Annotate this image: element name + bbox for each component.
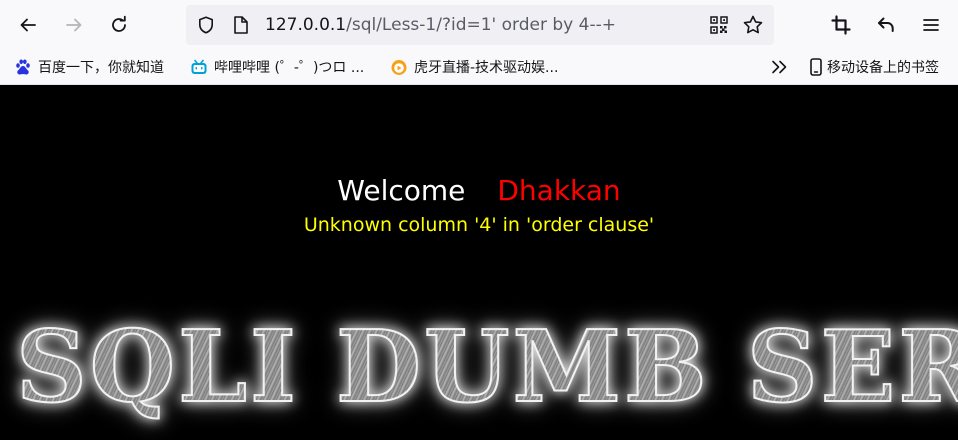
chevrons-right-icon bbox=[772, 60, 787, 74]
bookmark-baidu[interactable]: 百度一下，你就知道 bbox=[14, 56, 164, 78]
sqli-dumb-series-banner: SQLI DUMB SERIES bbox=[15, 317, 958, 419]
browser-toolbar: 127.0.0.1/sql/Less-1/?id=1' order by 4--… bbox=[0, 0, 958, 50]
bookmark-huya[interactable]: 虎牙直播-技术驱动娱... bbox=[390, 56, 558, 78]
forward-arrow-icon bbox=[66, 18, 82, 32]
more-bookmarks-button[interactable] bbox=[770, 56, 790, 78]
mobile-device-icon bbox=[810, 58, 822, 76]
star-icon[interactable] bbox=[742, 14, 764, 36]
url-path: /sql/Less-1/?id=1' order by 4--+ bbox=[346, 15, 616, 35]
crop-icon bbox=[831, 15, 851, 35]
reload-button[interactable] bbox=[103, 9, 135, 41]
shield-icon[interactable] bbox=[196, 15, 216, 35]
bookmark-label: 哔哩哔哩 (゜-゜)つロ ... bbox=[214, 60, 365, 76]
page-content: Welcome Dhakkan Unknown column '4' in 'or… bbox=[0, 85, 958, 440]
user-name: Dhakkan bbox=[497, 174, 621, 207]
forward-button[interactable] bbox=[58, 9, 90, 41]
qr-code-icon[interactable] bbox=[709, 15, 729, 35]
url-host: 127.0.0.1 bbox=[265, 15, 347, 35]
url-text[interactable]: 127.0.0.1/sql/Less-1/?id=1' order by 4--… bbox=[265, 14, 616, 36]
address-bar[interactable]: 127.0.0.1/sql/Less-1/?id=1' order by 4--… bbox=[186, 5, 774, 45]
screenshot-button[interactable] bbox=[825, 9, 857, 41]
back-arrow-icon bbox=[20, 18, 36, 32]
baidu-icon bbox=[16, 59, 30, 75]
welcome-text: Welcome bbox=[337, 174, 466, 207]
welcome-message: Welcome Dhakkan bbox=[0, 174, 958, 208]
mobile-bookmarks[interactable]: 移动设备上的书签 bbox=[807, 56, 939, 78]
undo-arrow-icon bbox=[878, 17, 894, 32]
sql-error-message: Unknown column '4' in 'order clause' bbox=[303, 214, 655, 236]
bookmark-label: 虎牙直播-技术驱动娱... bbox=[414, 60, 559, 76]
page-icon[interactable] bbox=[232, 15, 250, 35]
bookmark-label: 百度一下，你就知道 bbox=[38, 60, 164, 76]
bookmark-bilibili[interactable]: 哔哩哔哩 (゜-゜)つロ ... bbox=[190, 56, 364, 78]
reload-icon bbox=[112, 15, 126, 32]
mobile-bookmarks-label: 移动设备上的书签 bbox=[827, 60, 939, 76]
back-button[interactable] bbox=[12, 9, 44, 41]
undo-button[interactable] bbox=[870, 9, 902, 41]
bookmarks-toolbar: 百度一下，你就知道 哔哩哔哩 (゜-゜)つロ ... 虎牙直播-技术驱动娱...… bbox=[0, 50, 958, 85]
menu-button[interactable] bbox=[915, 9, 947, 41]
bilibili-icon bbox=[191, 59, 207, 74]
hamburger-menu-icon bbox=[923, 19, 939, 31]
huya-icon bbox=[391, 60, 407, 75]
